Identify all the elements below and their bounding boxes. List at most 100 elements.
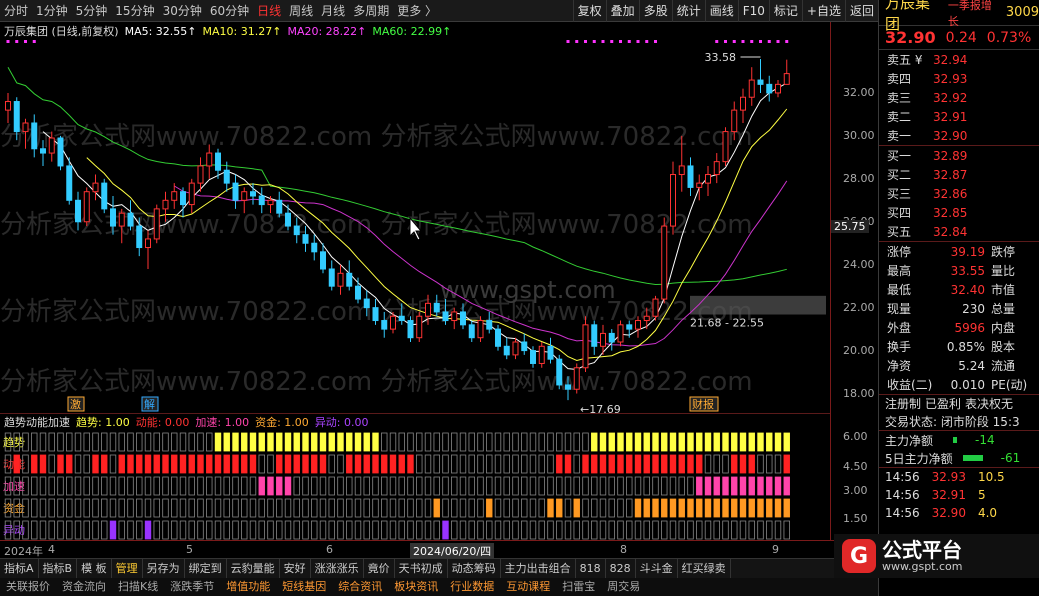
date-tick-4: 2024/06/20/四 <box>410 543 495 559</box>
signal-cell <box>48 476 55 496</box>
formula-tab-2[interactable]: 模 板 <box>77 559 112 578</box>
function-tab-2[interactable]: 扫描K线 <box>112 578 164 596</box>
bid-price: 32.85 <box>933 205 968 220</box>
period-tab-7[interactable]: 周线 <box>285 0 317 22</box>
signal-cell <box>197 498 204 518</box>
period-tab-10[interactable]: 更多 〉 <box>393 0 441 22</box>
signal-cell <box>153 432 160 452</box>
quote-row: 最高 33.55 量比 <box>879 261 1039 280</box>
candle-body <box>48 137 55 154</box>
signal-cell <box>564 432 572 452</box>
formula-tab-12[interactable]: 主力出击组合 <box>501 559 576 578</box>
event-badge-1: 激 <box>70 397 81 411</box>
period-tab-1[interactable]: 1分钟 <box>32 0 72 22</box>
candle-body <box>626 324 633 330</box>
formula-tab-8[interactable]: 涨涨涨乐 <box>311 559 364 578</box>
function-tab-4[interactable]: 增值功能 <box>220 578 276 596</box>
formula-tab-16[interactable]: 红买绿卖 <box>678 559 731 578</box>
price-tick-0: 32.00 <box>843 85 875 99</box>
tool-button-1[interactable]: 叠加 <box>605 0 639 22</box>
candle-body <box>740 96 746 111</box>
function-tab-3[interactable]: 涨跌季节 <box>164 578 220 596</box>
signal-cell <box>337 476 344 496</box>
function-tab-11[interactable]: 周交易 <box>601 578 646 596</box>
formula-tab-15[interactable]: 斗斗金 <box>636 559 678 578</box>
signal-cell <box>591 432 598 452</box>
candle-body <box>433 302 440 313</box>
period-tab-0[interactable]: 分时 <box>0 0 32 22</box>
stock-tag[interactable]: 一季报增长 <box>948 0 1000 29</box>
signal-cell <box>66 454 73 474</box>
quote-panel: 万辰集团 一季报增长 3009 32.90 0.24 0.73% 卖五 ¥ 32.… <box>878 0 1039 596</box>
formula-tab-6[interactable]: 云豹量能 <box>227 559 280 578</box>
formula-tab-14[interactable]: 828 <box>606 559 636 578</box>
function-tab-7[interactable]: 板块资讯 <box>388 578 444 596</box>
function-tab-6[interactable]: 综合资讯 <box>332 578 388 596</box>
signal-cell <box>591 476 598 496</box>
tool-button-7[interactable]: +自选 <box>801 0 845 22</box>
function-tab-1[interactable]: 资金流向 <box>56 578 112 596</box>
quote-label-2: 跌停 <box>991 245 1016 259</box>
period-tab-2[interactable]: 5分钟 <box>72 0 112 22</box>
period-tab-8[interactable]: 月线 <box>317 0 349 22</box>
tool-button-3[interactable]: 统计 <box>671 0 705 22</box>
formula-tab-10[interactable]: 天书初成 <box>395 559 448 578</box>
formula-tab-13[interactable]: 818 <box>576 559 606 578</box>
signal-cell <box>459 520 467 540</box>
signal-cell <box>704 432 712 452</box>
formula-tab-5[interactable]: 绑定到 <box>185 559 227 578</box>
signal-cell <box>293 454 300 474</box>
signal-cell <box>731 476 738 496</box>
formula-tab-11[interactable]: 动态筹码 <box>448 559 501 578</box>
formula-tab-7[interactable]: 安好 <box>280 559 311 578</box>
signal-cell <box>179 498 187 518</box>
signal-cell <box>328 520 335 540</box>
period-tab-5[interactable]: 60分钟 <box>206 0 253 22</box>
signal-cell <box>599 498 607 518</box>
function-tab-9[interactable]: 互动课程 <box>500 578 556 596</box>
signal-cell <box>739 432 747 452</box>
formula-tab-0[interactable]: 指标A <box>0 559 39 578</box>
formula-tab-1[interactable]: 指标B <box>39 559 78 578</box>
signal-cell <box>346 432 353 452</box>
signal-cell <box>424 454 432 474</box>
tool-button-2[interactable]: 多股 <box>638 0 672 22</box>
function-tab-8[interactable]: 行业数据 <box>444 578 500 596</box>
formula-tab-4[interactable]: 另存为 <box>143 559 185 578</box>
tick-volume: 5 <box>977 488 986 502</box>
signal-cell <box>109 454 117 474</box>
function-tab-5[interactable]: 短线基因 <box>276 578 332 596</box>
signal-cell <box>547 454 554 474</box>
signal-cell <box>529 454 537 474</box>
period-tab-6[interactable]: 日线 <box>253 0 285 22</box>
signal-cell <box>416 476 423 496</box>
function-tab-0[interactable]: 关联报价 <box>0 578 56 596</box>
formula-tab-9[interactable]: 竟价 <box>364 559 395 578</box>
period-tab-4[interactable]: 30分钟 <box>159 0 206 22</box>
period-tab-9[interactable]: 多周期 <box>349 0 393 22</box>
last-price-row: 32.90 0.24 0.73% <box>879 26 1039 50</box>
kline-chart[interactable]: 分析家公式网www.70822.com 分析家公式网www.70822.com 分… <box>0 40 830 431</box>
signal-cell <box>101 498 108 518</box>
quote-value: 33.55 <box>950 263 985 278</box>
indicator-name[interactable]: 趋势动能加速 <box>4 414 70 430</box>
signal-cell <box>144 520 152 540</box>
tool-button-6[interactable]: 标记 <box>768 0 802 22</box>
tool-button-4[interactable]: 画线 <box>704 0 738 22</box>
candle-body <box>731 109 738 133</box>
candle-body <box>460 311 466 326</box>
signal-cell <box>503 476 510 496</box>
signal-cell <box>381 432 388 452</box>
signal-cell <box>346 476 353 496</box>
formula-tab-3[interactable]: 管理 <box>112 559 143 578</box>
tool-button-8[interactable]: 返回 <box>844 0 878 22</box>
signal-cell <box>582 476 589 496</box>
function-tab-10[interactable]: 扫雷宝 <box>556 578 601 596</box>
signal-dot <box>732 40 736 43</box>
period-tab-3[interactable]: 15分钟 <box>111 0 158 22</box>
indicator-chart[interactable]: 趋势动能加速资金异动 <box>0 430 830 540</box>
signal-cell <box>538 498 545 518</box>
signal-cell <box>547 432 554 452</box>
tool-button-5[interactable]: F10 <box>737 0 769 22</box>
tool-button-0[interactable]: 复权 <box>572 0 606 22</box>
